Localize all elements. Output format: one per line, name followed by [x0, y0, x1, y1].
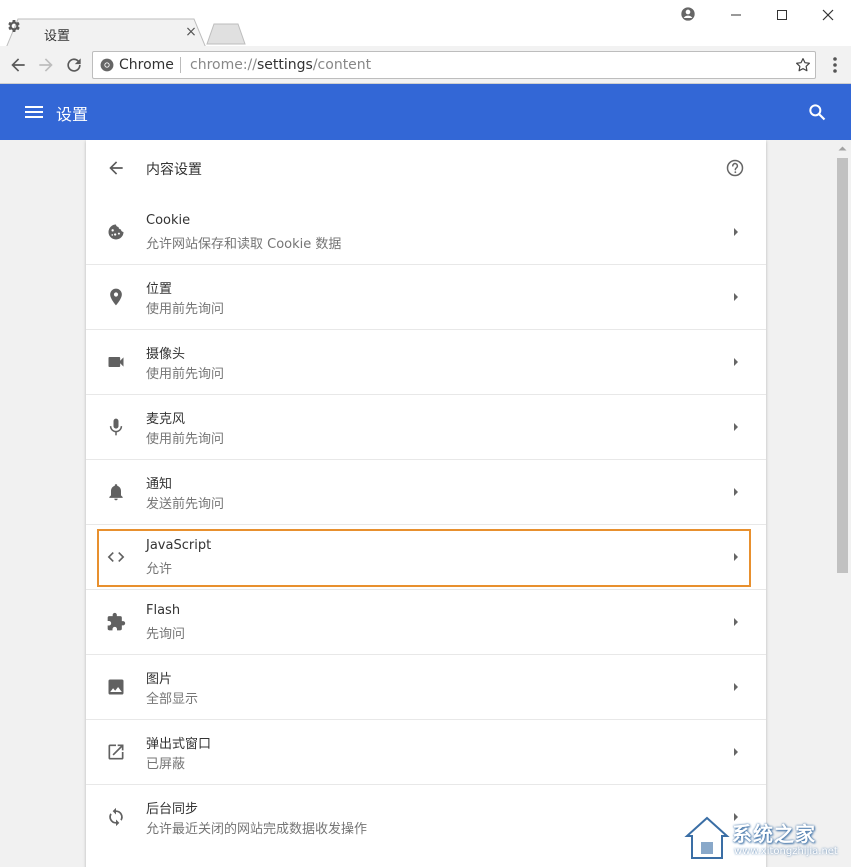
- settings-header: 设置: [0, 84, 851, 140]
- camera-icon: [106, 352, 126, 372]
- chevron-right-icon: [732, 421, 740, 433]
- card-title: 内容设置: [146, 159, 202, 179]
- chevron-right-icon: [732, 616, 740, 628]
- setting-title: JavaScript: [146, 538, 211, 553]
- forward-arrow-icon[interactable]: [36, 55, 56, 75]
- chevron-right-icon: [732, 746, 740, 758]
- cookie-icon: [106, 222, 126, 242]
- watermark-logo-icon: [682, 814, 732, 864]
- tab-settings[interactable]: 设置 ×: [6, 18, 206, 48]
- setting-title: Flash: [146, 603, 180, 618]
- setting-subtitle: 先询问: [146, 623, 185, 642]
- watermark-text: 系统之家: [732, 818, 816, 847]
- setting-row-popups[interactable]: 弹出式窗口 已屏蔽: [86, 720, 766, 785]
- setting-row-location[interactable]: 位置 使用前先询问: [86, 265, 766, 330]
- setting-row-camera[interactable]: 摄像头 使用前先询问: [86, 330, 766, 395]
- setting-row-cookie[interactable]: Cookie 允许网站保存和读取 Cookie 数据: [86, 200, 766, 265]
- maximize-button[interactable]: [759, 0, 805, 30]
- vertical-scrollbar[interactable]: [834, 140, 851, 867]
- url-host: settings: [257, 57, 313, 73]
- setting-title: 通知: [146, 473, 172, 492]
- setting-subtitle: 全部显示: [146, 688, 198, 707]
- setting-subtitle: 允许最近关闭的网站完成数据收发操作: [146, 818, 367, 837]
- page-title: 设置: [56, 101, 88, 125]
- bell-icon: [106, 482, 126, 502]
- setting-subtitle: 使用前先询问: [146, 363, 224, 382]
- setting-row-flash[interactable]: Flash 先询问: [86, 590, 766, 655]
- hamburger-menu-icon[interactable]: [24, 102, 44, 122]
- window-controls: [713, 0, 851, 30]
- microphone-icon: [106, 417, 126, 437]
- settings-list: Cookie 允许网站保存和读取 Cookie 数据 位置 使用前先询问 摄像头…: [86, 200, 766, 850]
- setting-row-notifications[interactable]: 通知 发送前先询问: [86, 460, 766, 525]
- setting-subtitle: 发送前先询问: [146, 493, 224, 512]
- browser-toolbar: Chrome chrome://settings/content: [0, 46, 851, 84]
- url-scheme: chrome://: [190, 57, 257, 73]
- setting-row-background-sync[interactable]: 后台同步 允许最近关闭的网站完成数据收发操作: [86, 785, 766, 850]
- location-icon: [106, 287, 126, 307]
- chevron-right-icon: [732, 486, 740, 498]
- code-icon: [106, 547, 126, 567]
- profile-icon[interactable]: [680, 6, 696, 22]
- chevron-right-icon: [732, 226, 740, 238]
- setting-title: 弹出式窗口: [146, 733, 211, 752]
- scroll-up-arrow-icon[interactable]: [834, 140, 851, 157]
- image-icon: [106, 677, 126, 697]
- bookmark-star-icon[interactable]: [794, 56, 812, 74]
- setting-subtitle: 允许网站保存和读取 Cookie 数据: [146, 233, 341, 252]
- minimize-button[interactable]: [713, 0, 759, 30]
- gear-icon: [6, 18, 22, 34]
- setting-subtitle: 使用前先询问: [146, 428, 224, 447]
- puzzle-icon: [106, 612, 126, 632]
- settings-page: 内容设置 Cookie 允许网站保存和读取 Cookie 数据: [0, 140, 851, 867]
- card-header: 内容设置: [86, 140, 766, 198]
- chevron-right-icon: [732, 356, 740, 368]
- maximize-icon: [776, 9, 788, 21]
- omnibox-site-label: Chrome: [119, 57, 174, 73]
- chevron-right-icon: [732, 551, 740, 563]
- setting-subtitle: 已屏蔽: [146, 753, 185, 772]
- setting-row-microphone[interactable]: 麦克风 使用前先询问: [86, 395, 766, 460]
- chrome-logo-icon: [100, 58, 114, 72]
- setting-subtitle: 使用前先询问: [146, 298, 224, 317]
- chevron-right-icon: [732, 291, 740, 303]
- sync-icon: [106, 807, 126, 827]
- setting-row-images[interactable]: 图片 全部显示: [86, 655, 766, 720]
- reload-icon[interactable]: [64, 55, 84, 75]
- url-path: /content: [313, 57, 371, 73]
- setting-subtitle: 允许: [146, 558, 172, 577]
- setting-title: Cookie: [146, 213, 190, 228]
- kebab-menu-icon[interactable]: [826, 55, 844, 75]
- watermark-url: www.xitongzhijia.net: [734, 846, 838, 857]
- search-icon[interactable]: [807, 102, 827, 122]
- setting-title: 位置: [146, 278, 172, 297]
- browser-titlebar: 设置 ×: [0, 0, 851, 46]
- watermark: 系统之家 www.xitongzhijia.net: [680, 810, 848, 864]
- back-arrow-icon[interactable]: [8, 55, 28, 75]
- tab-shape: [6, 18, 206, 48]
- content-settings-card: 内容设置 Cookie 允许网站保存和读取 Cookie 数据: [86, 140, 766, 867]
- omnibox-separator: [180, 57, 181, 73]
- scrollbar-thumb[interactable]: [837, 158, 848, 573]
- omnibox[interactable]: Chrome chrome://settings/content: [92, 51, 816, 79]
- close-window-button[interactable]: [805, 0, 851, 30]
- close-icon: [822, 9, 834, 21]
- tab-close-icon[interactable]: ×: [182, 23, 200, 41]
- setting-row-javascript[interactable]: JavaScript 允许: [86, 525, 766, 590]
- tab-title: 设置: [44, 25, 70, 44]
- back-arrow-icon[interactable]: [106, 158, 126, 178]
- chevron-right-icon: [732, 681, 740, 693]
- help-icon[interactable]: [725, 158, 745, 178]
- setting-title: 麦克风: [146, 408, 185, 427]
- setting-title: 摄像头: [146, 343, 185, 362]
- minimize-icon: [730, 9, 742, 21]
- popup-icon: [106, 742, 126, 762]
- omnibox-url: chrome://settings/content: [190, 57, 371, 73]
- new-tab-button[interactable]: [206, 23, 246, 45]
- setting-title: 后台同步: [146, 798, 198, 817]
- setting-title: 图片: [146, 668, 172, 687]
